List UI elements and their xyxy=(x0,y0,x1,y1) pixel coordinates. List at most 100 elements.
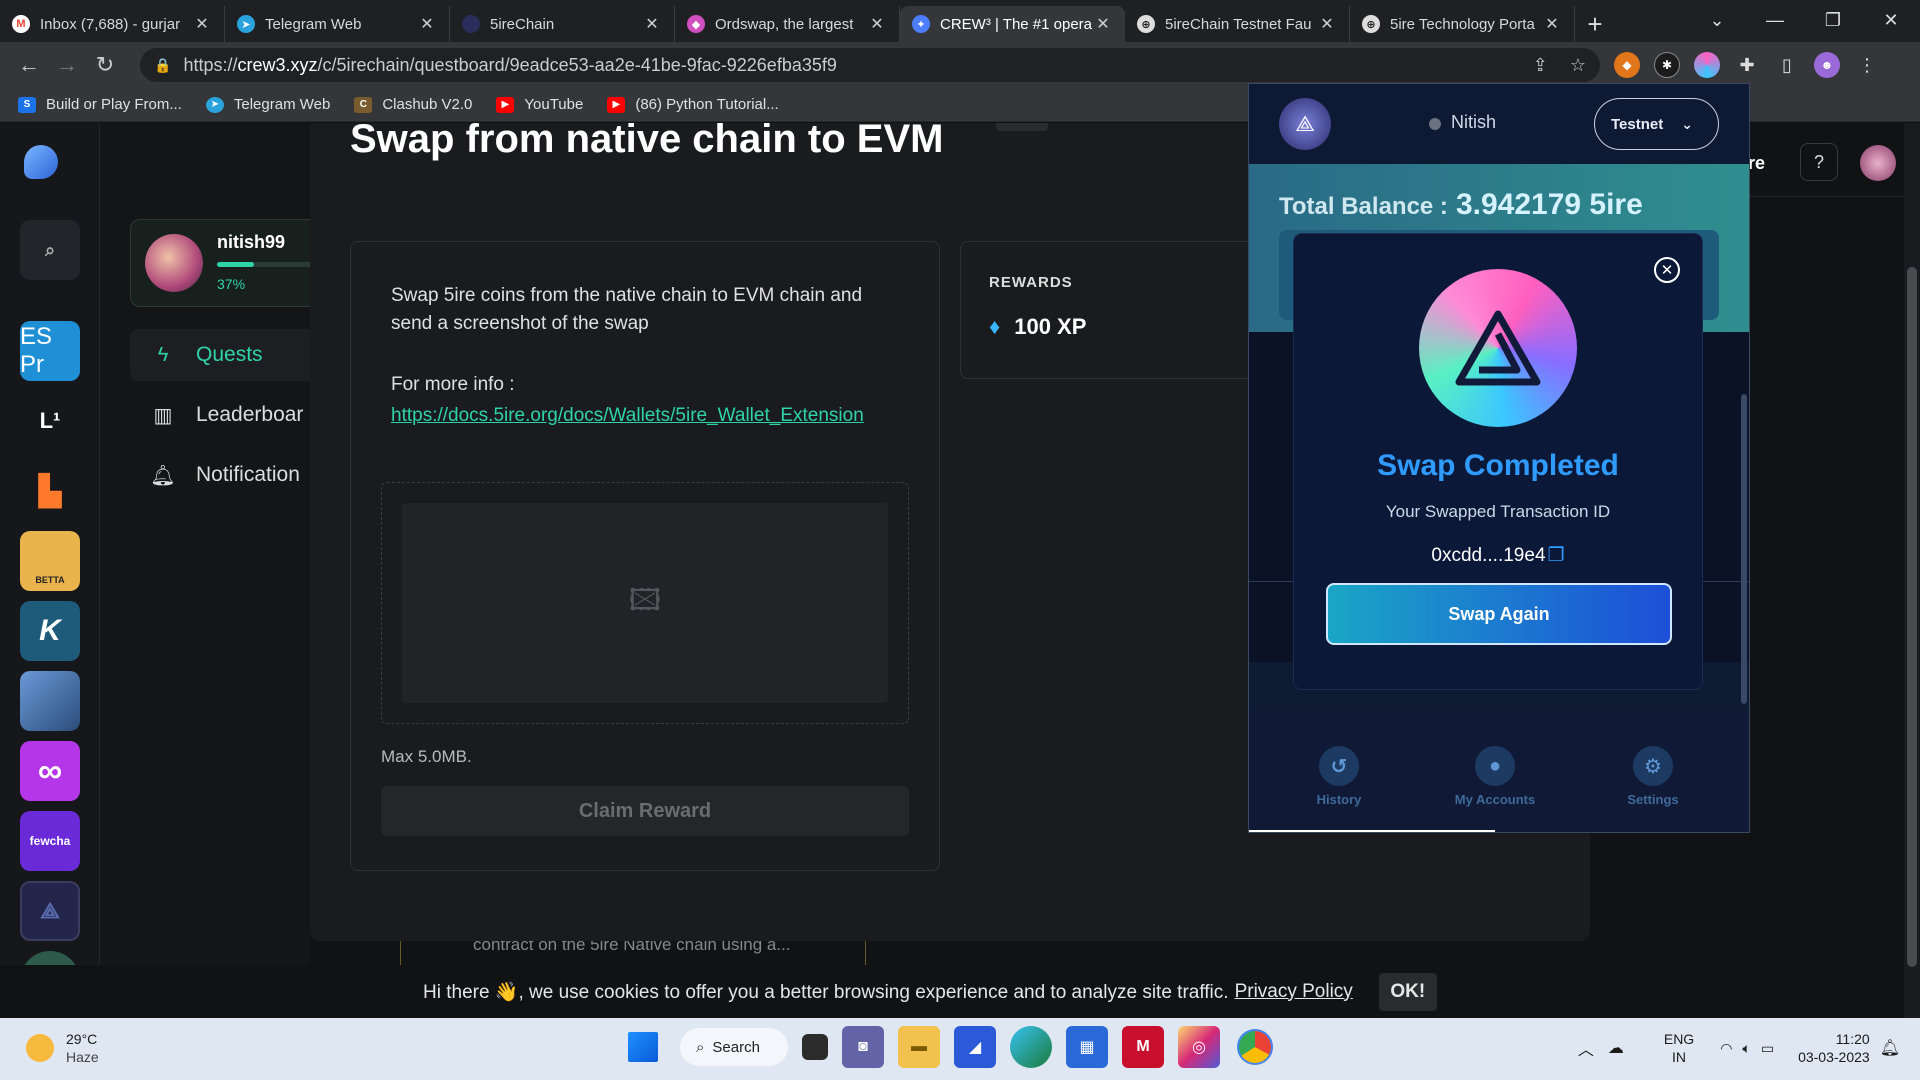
footer-my-accounts[interactable]: ● My Accounts xyxy=(1435,746,1555,807)
wifi-icon[interactable]: ◠ xyxy=(1720,1040,1732,1057)
new-tab-button[interactable]: + xyxy=(1575,6,1615,42)
bookmark-item[interactable]: C Clashub V2.0 xyxy=(354,96,472,113)
5ire-wallet-popup: ⟁ Nitish Testnet ⌄ Total Balance : 3.9421… xyxy=(1248,83,1750,833)
menu-kebab-icon[interactable]: ⋮ xyxy=(1854,52,1880,78)
onedrive-icon[interactable]: ☁ xyxy=(1608,1038,1624,1058)
claim-reward-button[interactable]: Claim Reward xyxy=(381,786,909,836)
restore-button[interactable]: ❐ xyxy=(1804,10,1862,31)
tab-ordswap[interactable]: ◆ Ordswap, the largest ✕ xyxy=(675,6,900,42)
clock[interactable]: 11:20 03-03-2023 xyxy=(1798,1030,1870,1066)
metamask-extension-icon[interactable]: ◆ xyxy=(1614,52,1640,78)
taskbar-search[interactable]: ⌕ Search xyxy=(680,1028,788,1066)
mcafee-icon[interactable]: M xyxy=(1122,1026,1164,1068)
screenshot-upload-zone[interactable]: 🖾 xyxy=(381,482,909,724)
extension-icon[interactable]: ✱ xyxy=(1654,52,1680,78)
instagram-icon[interactable]: ◎ xyxy=(1178,1026,1220,1068)
community-icon[interactable]: K xyxy=(20,601,80,661)
nav-leaderboard[interactable]: ▥ Leaderboar xyxy=(130,389,330,441)
profile-avatar[interactable]: ☻ xyxy=(1814,52,1840,78)
share-icon[interactable]: ⇪ xyxy=(1533,55,1548,76)
address-bar[interactable]: 🔒 https://crew3.xyz/c/5irechain/questboa… xyxy=(140,48,1600,82)
file-explorer-icon[interactable]: ▬ xyxy=(898,1026,940,1068)
profile-name: nitish99 xyxy=(217,232,286,252)
close-window-button[interactable]: ✕ xyxy=(1862,10,1920,31)
community-icon[interactable]: BETTA xyxy=(20,531,80,591)
tab-faucet[interactable]: ⊕ 5ireChain Testnet Fau ✕ xyxy=(1125,6,1350,42)
transaction-id-value: 0xcdd....19e4 xyxy=(1431,545,1546,566)
account-name[interactable]: Nitish xyxy=(1451,112,1496,133)
start-windows-icon[interactable] xyxy=(628,1032,658,1062)
privacy-policy-link[interactable]: Privacy Policy xyxy=(1235,981,1353,1003)
community-icon[interactable]: ∞ xyxy=(20,741,80,801)
community-icon[interactable] xyxy=(20,671,80,731)
search-icon[interactable]: ⌕ xyxy=(20,220,80,280)
task-view-icon[interactable] xyxy=(802,1034,828,1060)
chevron-up-icon[interactable]: ︿ xyxy=(1578,1036,1594,1060)
cookie-ok-button[interactable]: OK! xyxy=(1378,972,1437,1011)
tab-telegram[interactable]: ➤ Telegram Web ✕ xyxy=(225,6,450,42)
wallet-scrollbar[interactable] xyxy=(1741,394,1747,704)
side-panel-icon[interactable]: ▯ xyxy=(1774,52,1800,78)
diamond-icon: ♦ xyxy=(989,314,1001,339)
upload-preview[interactable]: 🖾 xyxy=(402,503,888,703)
help-button[interactable]: ? xyxy=(1800,143,1838,181)
nav-notifications[interactable]: 🔔︎ Notification xyxy=(130,449,330,501)
forward-icon[interactable]: → xyxy=(48,52,86,78)
app-icon[interactable]: ◢ xyxy=(954,1026,996,1068)
tab-gmail[interactable]: M Inbox (7,688) - gurjar ✕ xyxy=(0,6,225,42)
swap-again-button[interactable]: Swap Again xyxy=(1326,583,1672,645)
store-icon[interactable]: ▦ xyxy=(1066,1026,1108,1068)
volume-icon[interactable]: 🔈︎ xyxy=(1742,1040,1750,1057)
extensions-puzzle-icon[interactable]: ✚ xyxy=(1734,52,1760,78)
close-tab-icon[interactable]: ✕ xyxy=(867,14,887,34)
bookmark-item[interactable]: ➤ Telegram Web xyxy=(205,96,330,113)
close-tab-icon[interactable]: ✕ xyxy=(642,14,662,34)
bookmark-favicon: C xyxy=(354,96,373,113)
profile-card[interactable]: nitish99 37% xyxy=(130,219,330,307)
url-host: crew3.xyz xyxy=(237,54,318,75)
tab-crew3[interactable]: ✦ CREW³ | The #1 opera ✕ xyxy=(900,6,1125,42)
community-icon[interactable]: fewcha xyxy=(20,811,80,871)
edge-icon[interactable] xyxy=(1010,1026,1052,1068)
copy-icon[interactable]: ❐ xyxy=(1548,545,1565,566)
community-icon[interactable]: ⟁ xyxy=(20,881,80,941)
back-icon[interactable]: ← xyxy=(10,52,48,78)
bookmark-star-icon[interactable]: ☆ xyxy=(1570,55,1586,76)
user-avatar[interactable] xyxy=(1860,145,1896,181)
footer-settings[interactable]: ⚙ Settings xyxy=(1593,746,1713,807)
close-tab-icon[interactable]: ✕ xyxy=(1542,14,1562,34)
chrome-icon[interactable] xyxy=(1234,1026,1276,1068)
docs-link[interactable]: https://docs.5ire.org/docs/Wallets/5ire_… xyxy=(391,402,911,430)
reload-icon[interactable]: ↻ xyxy=(86,52,124,78)
close-tab-icon[interactable]: ✕ xyxy=(1317,14,1337,34)
network-select[interactable]: Testnet ⌄ xyxy=(1594,98,1719,150)
page-scrollbar[interactable] xyxy=(1904,123,1920,1018)
close-tab-icon[interactable]: ✕ xyxy=(1093,14,1113,34)
bookmark-item[interactable]: S Build or Play From... xyxy=(18,96,182,113)
language-indicator[interactable]: ENG IN xyxy=(1664,1030,1694,1066)
bookmark-item[interactable]: ▶ YouTube xyxy=(496,96,583,113)
community-icon[interactable]: ES Pr xyxy=(20,321,80,381)
battery-icon[interactable]: ▭ xyxy=(1761,1040,1774,1057)
lang-top: ENG xyxy=(1663,1031,1695,1047)
minimize-button[interactable]: — xyxy=(1746,10,1804,31)
nav-quests[interactable]: ϟ Quests xyxy=(130,329,330,381)
weather-widget[interactable]: 29°C Haze xyxy=(26,1030,99,1066)
notification-icon[interactable]: 🔔︎ xyxy=(1880,1038,1900,1058)
close-tab-icon[interactable]: ✕ xyxy=(192,14,212,34)
teams-chat-icon[interactable]: ◙ xyxy=(842,1026,884,1068)
crew3-logo[interactable] xyxy=(24,145,58,179)
tab-5ire-portal[interactable]: ⊕ 5ire Technology Porta ✕ xyxy=(1350,6,1575,42)
scrollbar-thumb[interactable] xyxy=(1907,267,1917,967)
close-tab-icon[interactable]: ✕ xyxy=(417,14,437,34)
community-icon[interactable]: L¹ xyxy=(20,391,80,451)
bookmark-item[interactable]: ▶ (86) Python Tutorial... xyxy=(607,96,779,113)
close-icon[interactable]: ✕ xyxy=(1654,257,1680,283)
community-icon[interactable]: ▙ xyxy=(20,461,80,521)
footer-history[interactable]: ↺ History xyxy=(1279,746,1399,807)
tab-5irechain[interactable]: 5ireChain ✕ xyxy=(450,6,675,42)
5ire-wallet-extension-icon[interactable] xyxy=(1694,52,1720,78)
wallet-footer-nav: ↺ History ● My Accounts ⚙ Settings xyxy=(1249,710,1749,832)
bookmark-label: Build or Play From... xyxy=(46,96,182,113)
tab-search-icon[interactable]: ⌄ xyxy=(1688,10,1746,31)
